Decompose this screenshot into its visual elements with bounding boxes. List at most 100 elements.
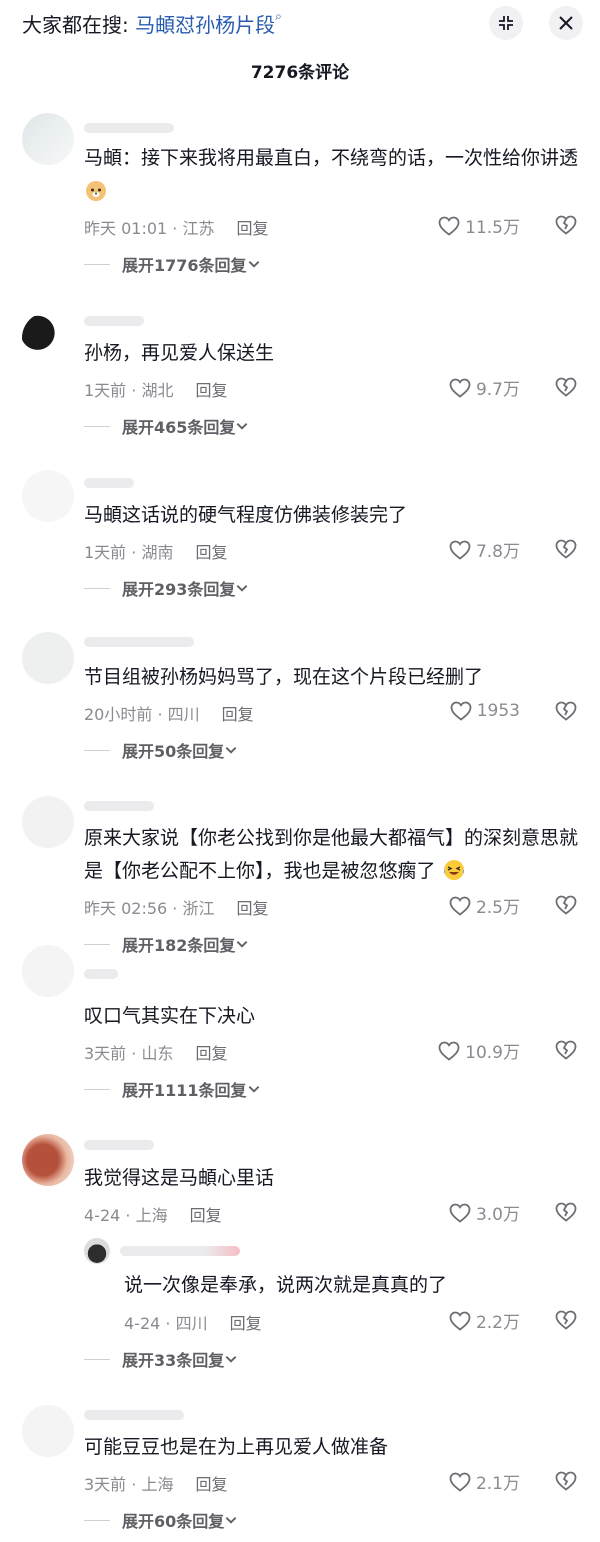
username-redacted	[84, 1140, 154, 1150]
reply-avatar[interactable]	[84, 1238, 110, 1264]
like-button[interactable]: 3.0万	[448, 1200, 520, 1225]
comment-text: 马頔：接下来我将用最直白，不绕弯的话，一次性给你讲透	[84, 142, 584, 208]
reply-button[interactable]: 回复	[195, 1044, 227, 1063]
close-button[interactable]	[549, 6, 583, 40]
comment-text: 叹口气其实在下决心	[84, 1005, 256, 1027]
dislike-icon[interactable]	[554, 213, 578, 237]
chevron-down-icon	[224, 1513, 238, 1527]
reply-button[interactable]: 回复	[222, 705, 254, 724]
like-button[interactable]: 7.8万	[448, 537, 520, 562]
expand-replies-label: 展开465条回复	[122, 418, 236, 437]
dislike-icon[interactable]	[554, 893, 578, 917]
heart-icon	[448, 894, 472, 918]
comment-meta: 昨天 02:56 · 浙江 回复	[84, 895, 268, 919]
collapse-icon	[499, 16, 513, 30]
avatar[interactable]	[22, 796, 74, 848]
dislike-icon[interactable]	[554, 537, 578, 561]
reply-time: 4-24 · 四川	[124, 1314, 208, 1333]
like-button[interactable]: 11.5万	[437, 213, 520, 238]
like-count: 3.0万	[475, 1205, 520, 1225]
dislike-icon[interactable]	[554, 699, 578, 723]
expand-replies-label: 展开60条回复	[122, 1512, 225, 1531]
chevron-down-icon	[247, 1082, 261, 1096]
dislike-icon[interactable]	[554, 1038, 578, 1062]
expand-replies-button[interactable]: 展开33条回复	[84, 1347, 238, 1371]
username-redacted	[84, 801, 154, 811]
reply-button[interactable]: 回复	[190, 1206, 222, 1225]
avatar[interactable]	[22, 470, 74, 522]
comment-text: 可能豆豆也是在为上再见爱人做准备	[84, 1436, 389, 1458]
search-icon: ⌕	[275, 9, 282, 23]
heart-icon	[448, 1309, 472, 1333]
chevron-down-icon	[235, 581, 249, 595]
comment-time: 4-24 · 上海	[84, 1206, 168, 1225]
search-term-link[interactable]: 马頔怼孙杨片段	[135, 13, 275, 37]
like-count: 7.8万	[475, 542, 520, 562]
like-count: 2.5万	[475, 898, 520, 918]
like-button[interactable]: 1953	[449, 699, 520, 723]
like-button[interactable]: 9.7万	[448, 375, 520, 400]
reply-button[interactable]: 回复	[195, 1475, 227, 1494]
expand-replies-button[interactable]: 展开465条回复	[84, 414, 249, 438]
comment-meta: 昨天 01:01 · 江苏 回复	[84, 215, 268, 239]
username-redacted	[84, 478, 134, 488]
like-count: 10.9万	[465, 1043, 520, 1063]
avatar[interactable]	[22, 312, 74, 364]
like-count: 9.7万	[475, 380, 520, 400]
expand-replies-label: 展开33条回复	[122, 1351, 225, 1370]
username-redacted	[84, 316, 144, 326]
search-suggestion[interactable]: 大家都在搜: 马頔怼孙杨片段⌕	[22, 9, 282, 38]
like-button[interactable]: 2.1万	[448, 1469, 520, 1494]
username-redacted	[84, 1410, 184, 1420]
laughing-crying-emoji-icon	[443, 860, 464, 880]
avatar[interactable]	[22, 632, 74, 684]
like-button[interactable]: 2.2万	[448, 1308, 520, 1333]
reply-button[interactable]: 回复	[236, 899, 268, 918]
comment-meta: 3天前 · 山东 回复	[84, 1040, 227, 1064]
heart-icon	[448, 538, 472, 562]
expand-replies-button[interactable]: 展开293条回复	[84, 576, 249, 600]
like-button[interactable]: 2.5万	[448, 893, 520, 918]
avatar[interactable]	[22, 945, 74, 997]
like-button[interactable]: 10.9万	[437, 1038, 520, 1063]
chevron-down-icon	[247, 257, 261, 271]
reply-button[interactable]: 回复	[195, 543, 227, 562]
expand-replies-button[interactable]: 展开1111条回复	[84, 1077, 261, 1101]
expand-replies-button[interactable]: 展开182条回复	[84, 932, 249, 956]
dislike-icon[interactable]	[554, 1308, 578, 1332]
expand-replies-label: 展开293条回复	[122, 580, 236, 599]
reply-text: 说一次像是奉承，说两次就是真真的了	[124, 1274, 448, 1296]
expand-replies-label: 展开182条回复	[122, 936, 236, 955]
dislike-icon[interactable]	[554, 1200, 578, 1224]
username-redacted	[84, 969, 118, 979]
chevron-down-icon	[235, 937, 249, 951]
username-redacted	[84, 637, 194, 647]
like-count: 1953	[476, 701, 520, 721]
username-redacted	[84, 123, 174, 133]
expand-replies-button[interactable]: 展开1776条回复	[84, 252, 261, 276]
avatar[interactable]	[22, 1134, 74, 1186]
dislike-icon[interactable]	[554, 375, 578, 399]
dog-face-emoji-icon	[86, 181, 106, 201]
comment-text: 马頔这话说的硬气程度仿佛装修装完了	[84, 504, 408, 526]
avatar[interactable]	[22, 113, 74, 165]
heart-icon	[449, 699, 473, 723]
chevron-down-icon	[224, 743, 238, 757]
reply-button[interactable]: 回复	[195, 381, 227, 400]
comment-time: 1天前 · 湖南	[84, 543, 174, 562]
avatar[interactable]	[22, 1405, 74, 1457]
expand-replies-button[interactable]: 展开50条回复	[84, 738, 238, 762]
heart-icon	[448, 1470, 472, 1494]
heart-icon	[437, 1039, 461, 1063]
comment-meta: 20小时前 · 四川 回复	[84, 701, 254, 725]
like-count: 11.5万	[465, 218, 520, 238]
like-count: 2.2万	[475, 1313, 520, 1333]
comment-meta: 4-24 · 上海 回复	[84, 1202, 222, 1226]
close-icon	[559, 16, 573, 30]
expand-replies-button[interactable]: 展开60条回复	[84, 1508, 238, 1532]
comment-text: 我觉得这是马頔心里话	[84, 1167, 275, 1189]
collapse-button[interactable]	[489, 6, 523, 40]
reply-button[interactable]: 回复	[236, 219, 268, 238]
dislike-icon[interactable]	[554, 1469, 578, 1493]
reply-button[interactable]: 回复	[230, 1314, 262, 1333]
